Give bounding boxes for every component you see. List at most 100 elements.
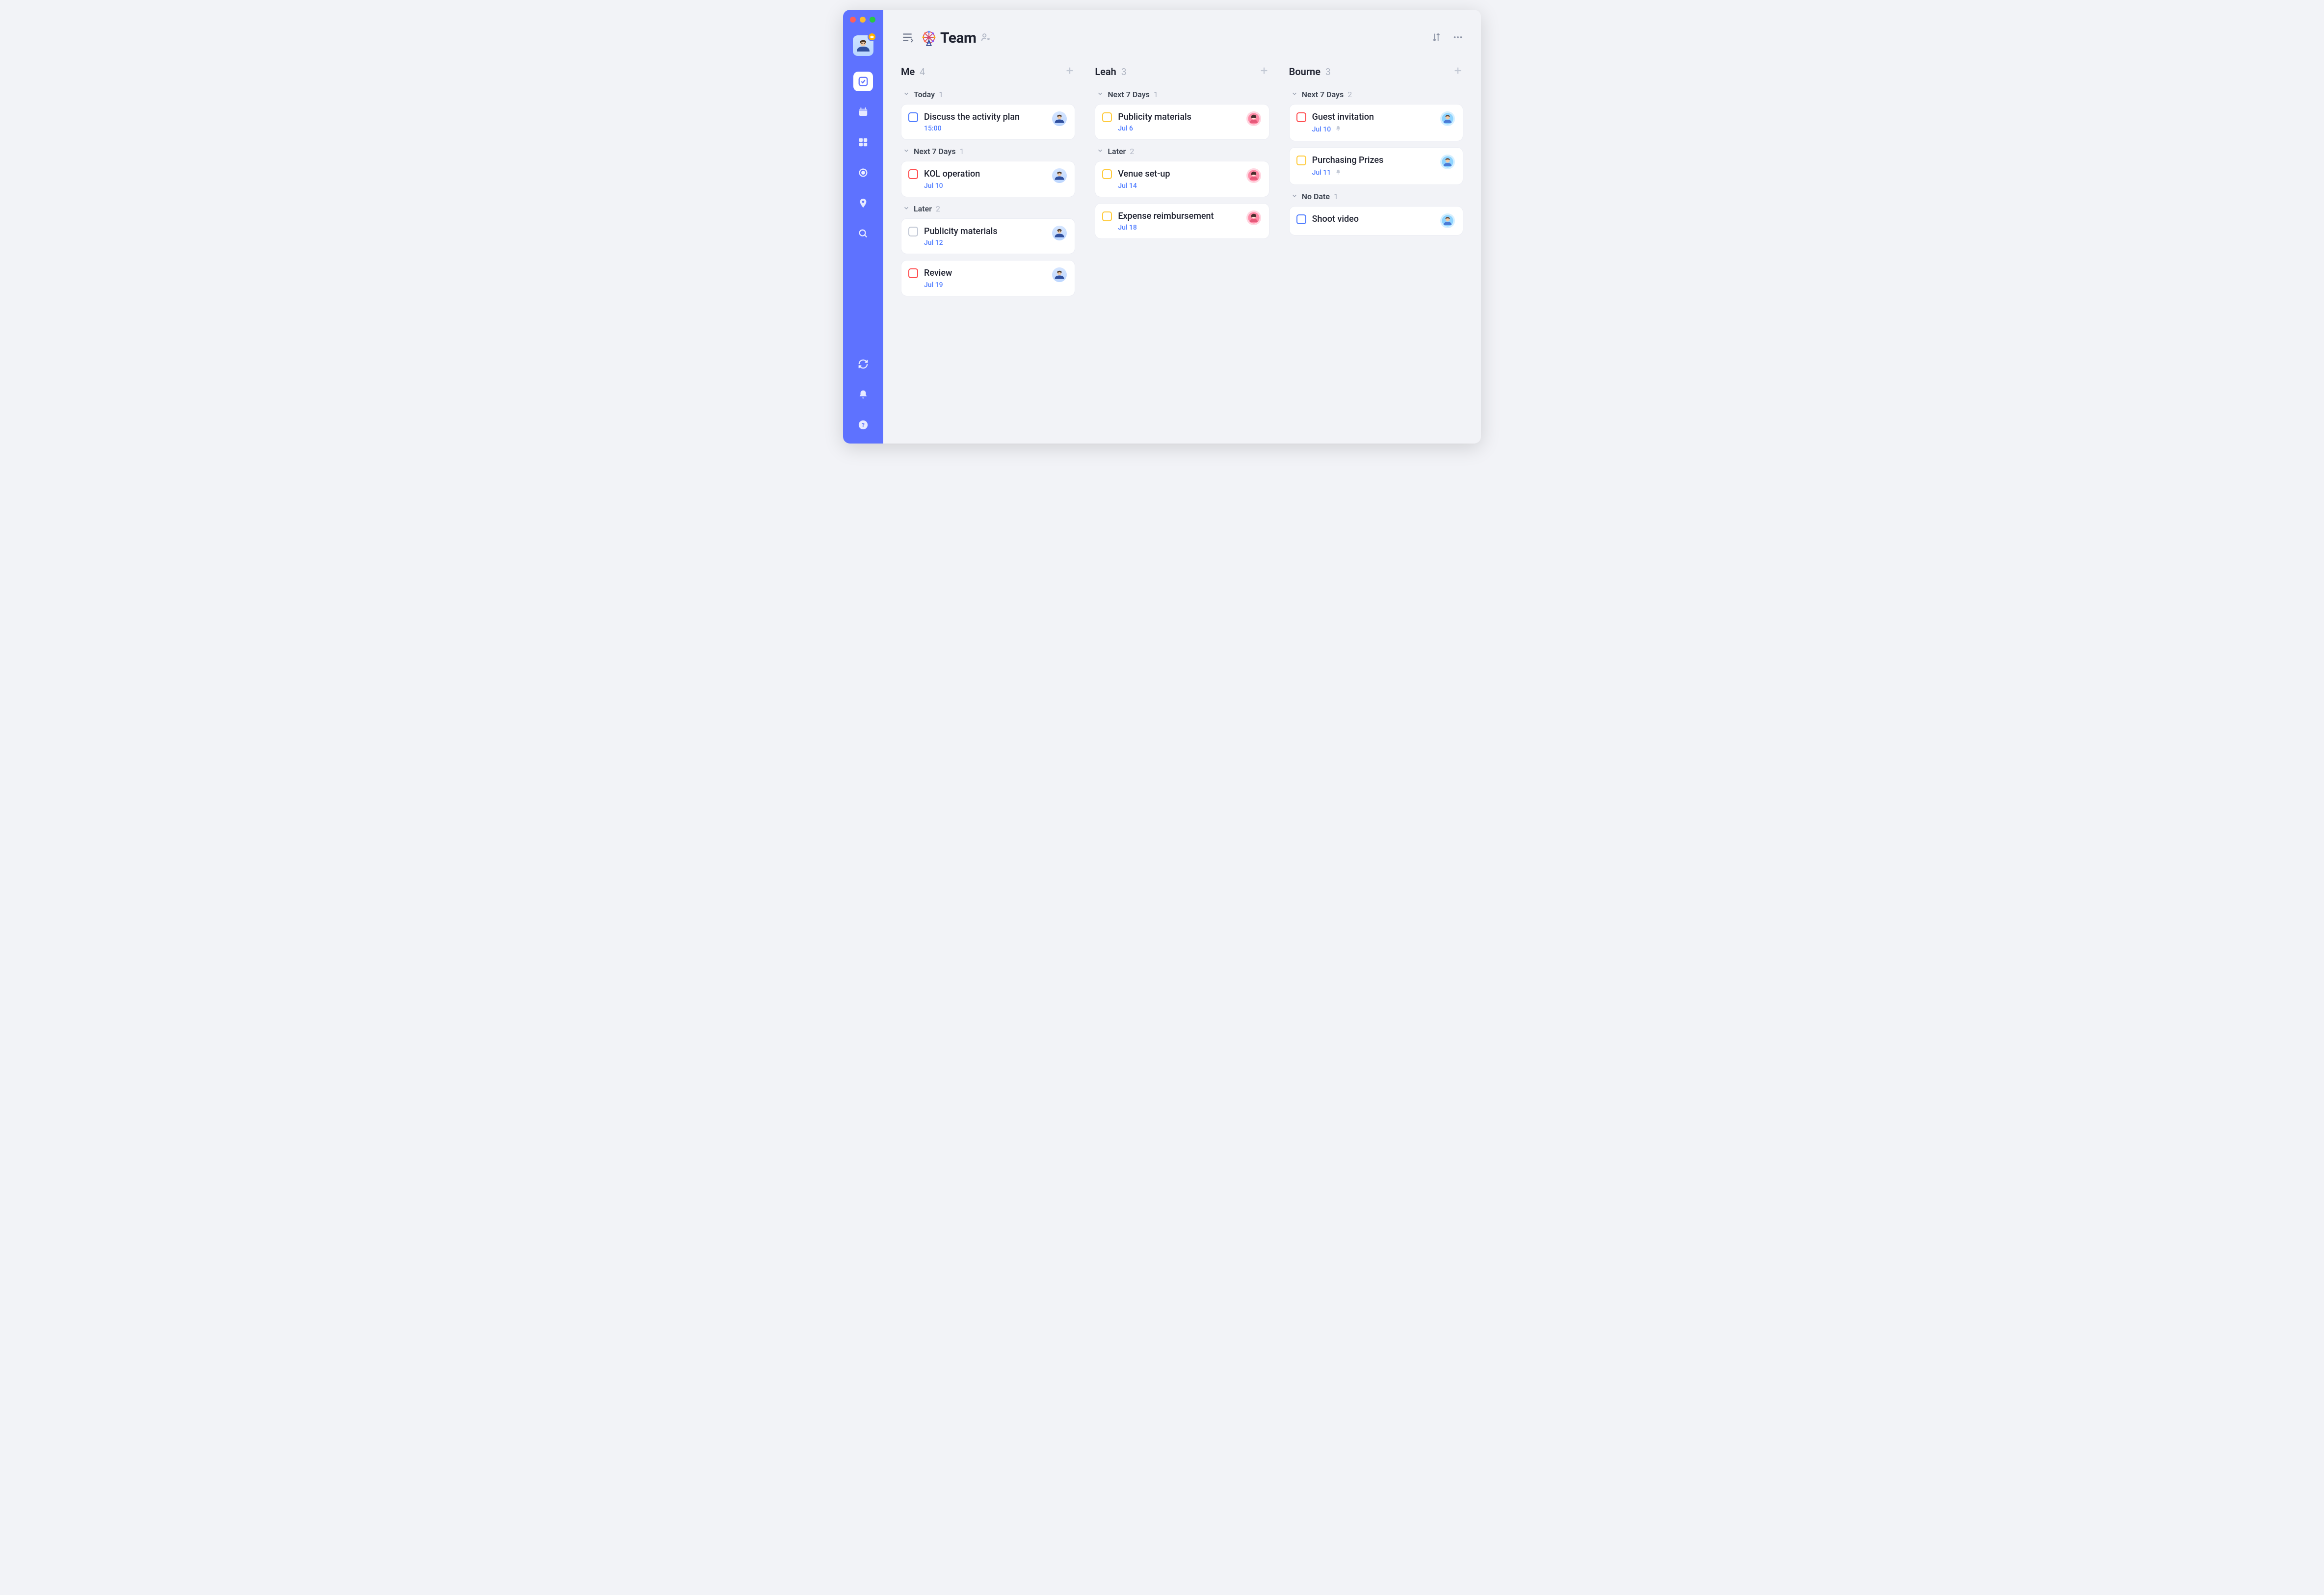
task-checkbox[interactable] bbox=[908, 112, 918, 122]
section-header[interactable]: Later2 bbox=[1097, 147, 1269, 156]
header-actions bbox=[1431, 32, 1463, 45]
column-name: Leah bbox=[1095, 66, 1116, 78]
chevron-down-icon bbox=[1291, 90, 1298, 99]
section-header[interactable]: Next 7 Days1 bbox=[903, 147, 1075, 156]
assignee-avatar[interactable] bbox=[1246, 111, 1261, 126]
column-header: Me4 bbox=[901, 65, 1075, 78]
column-header: Bourne 3 bbox=[1289, 65, 1463, 78]
nav-search[interactable] bbox=[853, 224, 873, 243]
chevron-down-icon bbox=[1291, 192, 1298, 201]
column-name: Bourne bbox=[1289, 66, 1320, 78]
column-count: 3 bbox=[1325, 66, 1331, 78]
task-checkbox[interactable] bbox=[1296, 156, 1306, 165]
task-card[interactable]: Expense reimbursementJul 18 bbox=[1095, 203, 1269, 239]
column-bourne: Bourne 3 Next 7 Days2 Guest invitation Jul 1… bbox=[1289, 65, 1463, 303]
task-card[interactable]: KOL operation Jul 10 bbox=[901, 161, 1075, 197]
task-checkbox[interactable] bbox=[908, 227, 918, 236]
chevron-down-icon bbox=[903, 90, 910, 99]
section-header[interactable]: Next 7 Days 1 bbox=[1097, 90, 1269, 99]
task-card[interactable]: Guest invitation Jul 10 bbox=[1289, 104, 1463, 141]
task-checkbox[interactable] bbox=[1296, 214, 1306, 224]
section: Later2 Publicity materialsJul 12 ReviewJul… bbox=[901, 204, 1075, 296]
assignee-avatar[interactable] bbox=[1440, 155, 1455, 169]
premium-badge-icon bbox=[868, 32, 876, 41]
section-count: 1 bbox=[960, 147, 964, 156]
task-card[interactable]: Purchasing Prizes Jul 11 bbox=[1289, 147, 1463, 184]
share-list-button[interactable] bbox=[980, 32, 991, 45]
task-checkbox[interactable] bbox=[908, 169, 918, 179]
assignee-avatar[interactable] bbox=[1246, 168, 1261, 183]
column-leah: Leah 3 Next 7 Days 1 Publicity materialsJul … bbox=[1095, 65, 1269, 303]
nav-help[interactable]: ? bbox=[853, 415, 873, 435]
nav-notifications[interactable] bbox=[853, 385, 873, 404]
section-header[interactable]: Today1 bbox=[903, 90, 1075, 99]
task-meta: Jul 14 bbox=[1118, 182, 1240, 190]
add-task-button[interactable] bbox=[1259, 65, 1269, 78]
section-title: No Date bbox=[1302, 192, 1330, 201]
task-card[interactable]: ReviewJul 19 bbox=[901, 260, 1075, 296]
section: Today1 Discuss the activity plan 15:00 bbox=[901, 90, 1075, 140]
add-task-button[interactable] bbox=[1064, 65, 1075, 78]
more-options-button[interactable] bbox=[1452, 32, 1463, 45]
close-window-button[interactable] bbox=[850, 17, 856, 23]
column-count: 3 bbox=[1121, 66, 1127, 78]
window-controls bbox=[850, 17, 875, 23]
section-count: 1 bbox=[1154, 90, 1158, 99]
task-title: Guest invitation bbox=[1312, 111, 1434, 123]
task-body: Venue set-upJul 14 bbox=[1118, 168, 1240, 189]
section-title: Next 7 Days bbox=[1108, 90, 1150, 99]
task-checkbox[interactable] bbox=[1296, 112, 1306, 122]
add-task-button[interactable] bbox=[1452, 65, 1463, 78]
task-card[interactable]: Discuss the activity plan 15:00 bbox=[901, 104, 1075, 140]
task-checkbox[interactable] bbox=[908, 268, 918, 278]
task-body: Discuss the activity plan 15:00 bbox=[924, 111, 1046, 132]
kanban-board: Me4 Today1 Discuss the activity plan 15:00 N… bbox=[901, 65, 1463, 303]
assignee-avatar[interactable] bbox=[1440, 111, 1455, 126]
task-checkbox[interactable] bbox=[1102, 112, 1112, 122]
assignee-avatar[interactable] bbox=[1052, 111, 1067, 126]
section-count: 2 bbox=[1347, 90, 1352, 99]
section: Next 7 Days1 KOL operation Jul 10 bbox=[901, 147, 1075, 197]
maximize-window-button[interactable] bbox=[870, 17, 875, 23]
task-date: Jul 10 bbox=[1312, 126, 1331, 133]
nav-tasks[interactable] bbox=[853, 72, 873, 91]
section-header[interactable]: Next 7 Days2 bbox=[1291, 90, 1463, 99]
minimize-window-button[interactable] bbox=[860, 17, 866, 23]
task-card[interactable]: Shoot video bbox=[1289, 206, 1463, 235]
task-title: Purchasing Prizes bbox=[1312, 155, 1434, 166]
toggle-sidebar-button[interactable] bbox=[901, 31, 914, 46]
assignee-avatar[interactable] bbox=[1052, 168, 1067, 183]
nav-matrix[interactable] bbox=[853, 132, 873, 152]
task-card[interactable]: Venue set-upJul 14 bbox=[1095, 161, 1269, 197]
task-body: Publicity materialsJul 12 bbox=[924, 226, 1046, 247]
task-title: KOL operation bbox=[924, 168, 1046, 180]
task-meta: Jul 10 bbox=[924, 182, 1046, 190]
nav-focus[interactable] bbox=[853, 163, 873, 183]
task-card[interactable]: Publicity materialsJul 12 bbox=[901, 218, 1075, 254]
assignee-avatar[interactable] bbox=[1246, 210, 1261, 225]
nav-sync[interactable] bbox=[853, 354, 873, 374]
user-avatar[interactable] bbox=[853, 35, 873, 56]
task-date: Jul 18 bbox=[1118, 224, 1137, 232]
nav-habit[interactable] bbox=[853, 193, 873, 213]
section-title: Later bbox=[1108, 147, 1126, 156]
assignee-avatar[interactable] bbox=[1052, 267, 1067, 282]
task-checkbox[interactable] bbox=[1102, 169, 1112, 179]
task-body: Publicity materialsJul 6 bbox=[1118, 111, 1240, 132]
task-body: ReviewJul 19 bbox=[924, 267, 1046, 288]
assignee-avatar[interactable] bbox=[1052, 226, 1067, 240]
assignee-avatar[interactable] bbox=[1440, 213, 1455, 228]
chevron-down-icon bbox=[903, 147, 910, 156]
task-title: Discuss the activity plan bbox=[924, 111, 1046, 123]
task-date: Jul 11 bbox=[1312, 169, 1331, 177]
section: Next 7 Days 1 Publicity materialsJul 6 bbox=[1095, 90, 1269, 140]
section-header[interactable]: No Date1 bbox=[1291, 192, 1463, 201]
sort-button[interactable] bbox=[1431, 32, 1442, 45]
task-checkbox[interactable] bbox=[1102, 211, 1112, 221]
task-card[interactable]: Publicity materialsJul 6 bbox=[1095, 104, 1269, 140]
column-me: Me4 Today1 Discuss the activity plan 15:00 N… bbox=[901, 65, 1075, 303]
chevron-down-icon bbox=[1097, 147, 1104, 156]
section-header[interactable]: Later2 bbox=[903, 204, 1075, 213]
task-meta: 15:00 bbox=[924, 125, 1046, 132]
nav-calendar[interactable] bbox=[853, 102, 873, 122]
